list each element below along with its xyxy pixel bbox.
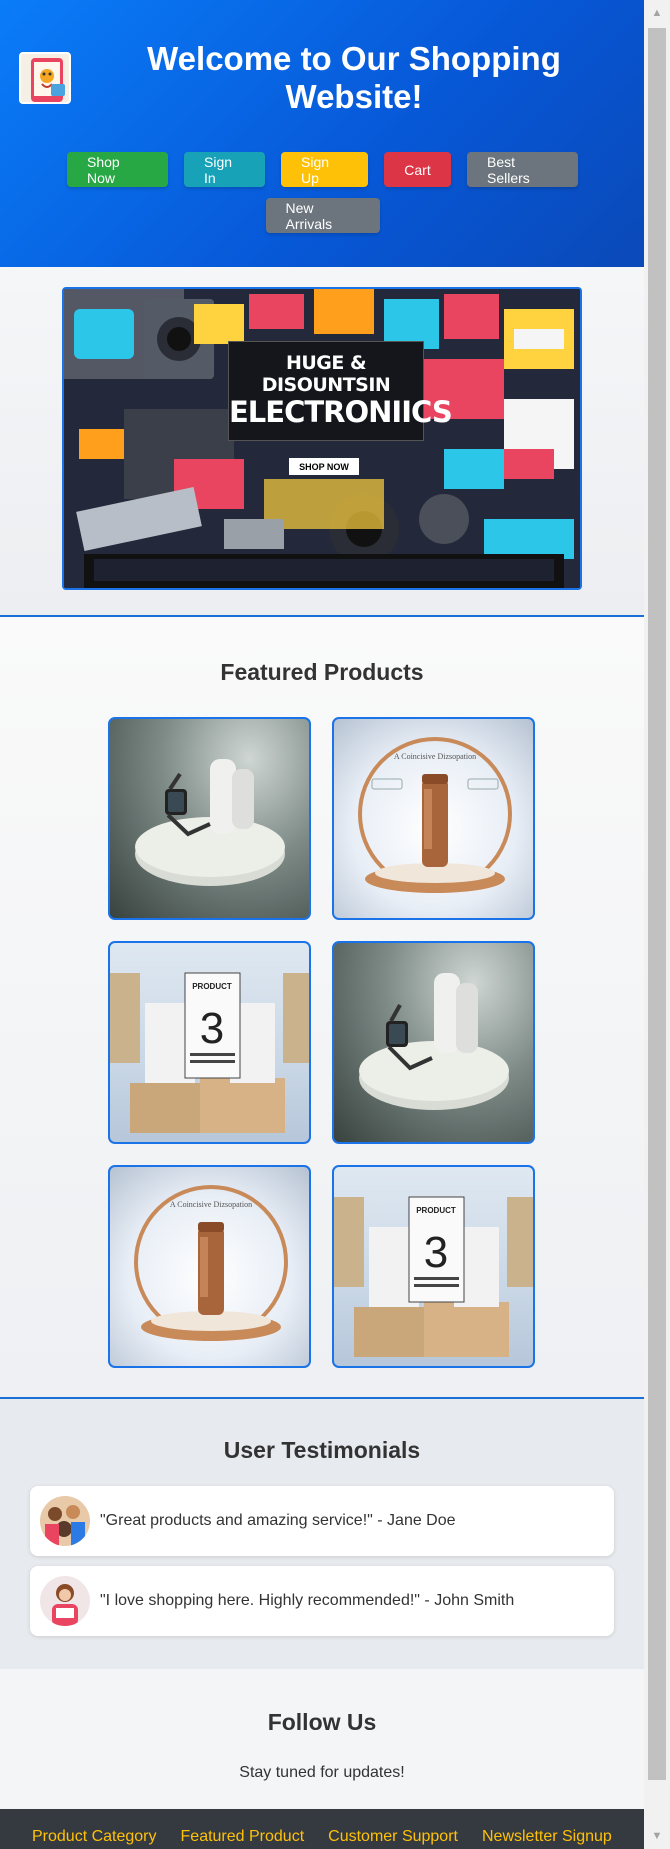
product-caption: PRODUCT [416, 1206, 456, 1215]
product-card[interactable]: PRODUCT 3 [108, 941, 311, 1144]
page: Welcome to Our Shopping Website! Shop No… [0, 0, 644, 1849]
footer-links: Product Category Featured Product Custom… [32, 1828, 612, 1846]
site-header: Welcome to Our Shopping Website! Shop No… [0, 0, 644, 267]
footer-link-featured-product[interactable]: Featured Product [181, 1828, 305, 1846]
banner-headline: HUGE & DISOUNTSIN ELECTRONIICS [228, 341, 453, 441]
electronics-banner-image[interactable]: HUGE & DISOUNTSIN ELECTRONIICS SHOP NOW [62, 287, 582, 590]
testimonial-card: "I love shopping here. Highly recommende… [30, 1566, 614, 1636]
footer-link-customer-support[interactable]: Customer Support [328, 1828, 458, 1846]
testimonials-title: User Testimonials [223, 1437, 421, 1463]
featured-products-title: Featured Products [220, 659, 424, 685]
scroll-down-arrow-icon[interactable]: ▼ [644, 1823, 670, 1849]
banner-headline-line1: HUGE & DISOUNTSIN [261, 352, 391, 396]
boxed-product-image: PRODUCT 3 [110, 972, 309, 1133]
testimonial-text: "Great products and amazing service!" - … [100, 1512, 456, 1529]
shop-now-button[interactable]: Shop Now [67, 152, 168, 187]
testimonial-card: "Great products and amazing service!" - … [30, 1486, 614, 1556]
banner-headline-line2: ELECTRONIICS [229, 395, 453, 429]
copper-bottle-product-image: A Coincisive Dizsopation [358, 737, 512, 893]
product-number: 3 [200, 1004, 224, 1053]
follow-section: Follow Us Stay tuned for updates! [0, 1669, 644, 1809]
sign-up-button[interactable]: Sign Up [281, 152, 368, 187]
product-caption: PRODUCT [192, 982, 232, 991]
page-title: Welcome to Our Shopping Website! [147, 40, 561, 115]
follow-subtitle: Stay tuned for updates! [239, 1764, 405, 1781]
product-card[interactable] [108, 717, 311, 920]
scrollbar-thumb[interactable] [648, 28, 666, 1780]
smartwatch-product-image [135, 759, 285, 886]
vertical-scrollbar[interactable]: ▲ ▼ [644, 0, 670, 1849]
testimonial-text: "I love shopping here. Highly recommende… [100, 1592, 515, 1609]
testimonials-section: User Testimonials "Great products and am… [0, 1399, 644, 1669]
follow-title: Follow Us [267, 1709, 377, 1735]
shopping-logo-icon[interactable] [19, 52, 71, 104]
avatar [40, 1576, 90, 1626]
product-card[interactable]: A Coincisive Dizsopation [108, 1165, 311, 1368]
smartwatch-product-image [359, 973, 509, 1110]
footer-link-product-category[interactable]: Product Category [32, 1828, 157, 1846]
product-caption: A Coincisive Dizsopation [394, 752, 476, 761]
product-card[interactable]: A Coincisive Dizsopation [332, 717, 535, 920]
boxed-product-image: PRODUCT 3 [334, 1196, 533, 1357]
main-nav: Shop Now Sign In Sign Up Cart Best Selle… [40, 152, 605, 233]
product-grid: A Coincisive Dizsopation PRODUCT 3 A Coi… [108, 717, 536, 1368]
banner-shop-now-button[interactable]: SHOP NOW [289, 458, 359, 475]
banner-section: HUGE & DISOUNTSIN ELECTRONIICS SHOP NOW [0, 267, 644, 617]
product-number: 3 [424, 1228, 448, 1277]
best-sellers-button[interactable]: Best Sellers [467, 152, 578, 187]
sign-in-button[interactable]: Sign In [184, 152, 265, 187]
site-footer: Product Category Featured Product Custom… [0, 1809, 644, 1849]
scroll-up-arrow-icon[interactable]: ▲ [644, 0, 670, 26]
featured-products-section: Featured Products A Coincisive Dizsopati… [0, 617, 644, 1399]
copper-bottle-product-image: A Coincisive Dizsopation [134, 1185, 288, 1341]
product-caption: A Coincisive Dizsopation [170, 1200, 252, 1209]
footer-link-newsletter-signup[interactable]: Newsletter Signup [482, 1828, 612, 1846]
avatar [40, 1496, 90, 1546]
product-card[interactable]: PRODUCT 3 [332, 1165, 535, 1368]
product-card[interactable] [332, 941, 535, 1144]
cart-button[interactable]: Cart [384, 152, 451, 187]
new-arrivals-button[interactable]: New Arrivals [265, 198, 380, 233]
